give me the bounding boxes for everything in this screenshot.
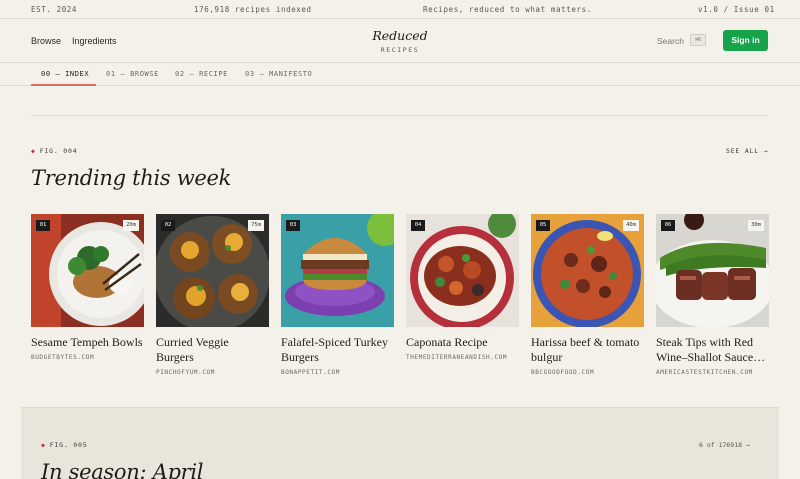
recipe-image[interactable]: 01 20m: [31, 214, 144, 327]
time-badge: 30m: [748, 220, 764, 231]
fig-label-text: FIG. 004: [39, 147, 78, 155]
fig-label: ◆ FIG. 004: [31, 147, 77, 155]
recipe-card[interactable]: 03 Falafel-Spiced Turkey Burgers BONAPPE…: [281, 214, 394, 376]
recipe-image[interactable]: 04: [406, 214, 519, 327]
time-badge: 20m: [123, 220, 139, 231]
recipe-title[interactable]: Falafel-Spiced Turkey Burgers: [281, 335, 394, 365]
search-shortcut-badge: ⌘K: [690, 34, 706, 46]
top-strip: EST. 2024 176,918 recipes indexed Recipe…: [0, 0, 800, 19]
tab-index[interactable]: 00 — INDEX: [41, 70, 89, 78]
recipe-source: BUDGETBYTES.COM: [31, 354, 95, 361]
sign-in-button[interactable]: Sign in: [723, 30, 768, 51]
time-badge: 40m: [623, 220, 639, 231]
recipe-title[interactable]: Sesame Tempeh Bowls: [31, 335, 144, 350]
established-label: EST. 2024: [31, 5, 78, 14]
active-tab-indicator: [31, 84, 96, 86]
recipe-card[interactable]: 06 30m Steak Tips with Red Wine–Shallot …: [656, 214, 769, 376]
site-header: Browse Ingredients Reduced RECIPES Searc…: [0, 19, 800, 63]
divider: [31, 115, 768, 116]
section-tabs: 00 — INDEX 01 — BROWSE 02 — RECIPE 03 — …: [0, 63, 800, 86]
recipe-image[interactable]: 03: [281, 214, 394, 327]
recipe-source: PINCHOFYUM.COM: [156, 369, 215, 376]
recipe-title[interactable]: Steak Tips with Red Wine–Shallot Sauce a…: [656, 335, 769, 365]
fig-label: ◆ FIG. 005: [41, 441, 87, 449]
recipe-image[interactable]: 05 40m: [531, 214, 644, 327]
time-badge: 75m: [248, 220, 264, 231]
recipe-source: BONAPPETIT.COM: [281, 369, 340, 376]
issue-label: v1.0 / Issue 01: [698, 5, 775, 14]
fig-label-text: FIG. 005: [49, 441, 88, 449]
see-all-link[interactable]: SEE ALL →: [726, 147, 768, 155]
rank-badge: 06: [661, 220, 675, 231]
recipe-title[interactable]: Caponata Recipe: [406, 335, 519, 350]
tab-manifesto[interactable]: 03 — MANIFESTO: [245, 70, 312, 78]
search-button[interactable]: Search: [657, 36, 684, 46]
bullet-icon: ◆: [41, 441, 46, 449]
recipe-image[interactable]: 02 75m: [156, 214, 269, 327]
recipe-title[interactable]: Harissa beef & tomato bulgur: [531, 335, 644, 365]
recipe-source: THEMEDITERRANEANDISH.COM: [406, 354, 508, 361]
recipe-card[interactable]: 02 75m Curried Veggie Burgers PINCHOFYUM…: [156, 214, 269, 376]
recipe-card[interactable]: 01 20m Sesame Tempeh Bowls BUDGETBYTES.C…: [31, 214, 144, 361]
rank-badge: 01: [36, 220, 50, 231]
recipe-title[interactable]: Curried Veggie Burgers: [156, 335, 269, 365]
rank-badge: 05: [536, 220, 550, 231]
bullet-icon: ◆: [31, 147, 36, 155]
in-season-panel: ◆ FIG. 005 In season: April: [21, 407, 779, 479]
rank-badge: 03: [286, 220, 300, 231]
recipe-count-label: 176,918 recipes indexed: [194, 5, 312, 14]
logo-subtitle: RECIPES: [380, 46, 420, 54]
rank-badge: 04: [411, 220, 425, 231]
recipe-source: BBCGOODFOOD.COM: [531, 369, 595, 376]
recipe-image[interactable]: 06 30m: [656, 214, 769, 327]
recipe-card[interactable]: 04 Caponata Recipe THEMEDITERRANEANDISH.…: [406, 214, 519, 361]
tab-browse[interactable]: 01 — BROWSE: [106, 70, 159, 78]
section-title: Trending this week: [31, 166, 232, 190]
pagination-count[interactable]: 6 of 176918 →: [699, 441, 750, 449]
recipe-source: AMERICASTESTKITCHEN.COM: [656, 369, 753, 376]
recipe-card[interactable]: 05 40m Harissa beef & tomato bulgur BBCG…: [531, 214, 644, 376]
rank-badge: 02: [161, 220, 175, 231]
tab-recipe[interactable]: 02 — RECIPE: [175, 70, 228, 78]
tagline: Recipes, reduced to what matters.: [423, 5, 592, 14]
section-title: In season: April: [41, 460, 204, 479]
